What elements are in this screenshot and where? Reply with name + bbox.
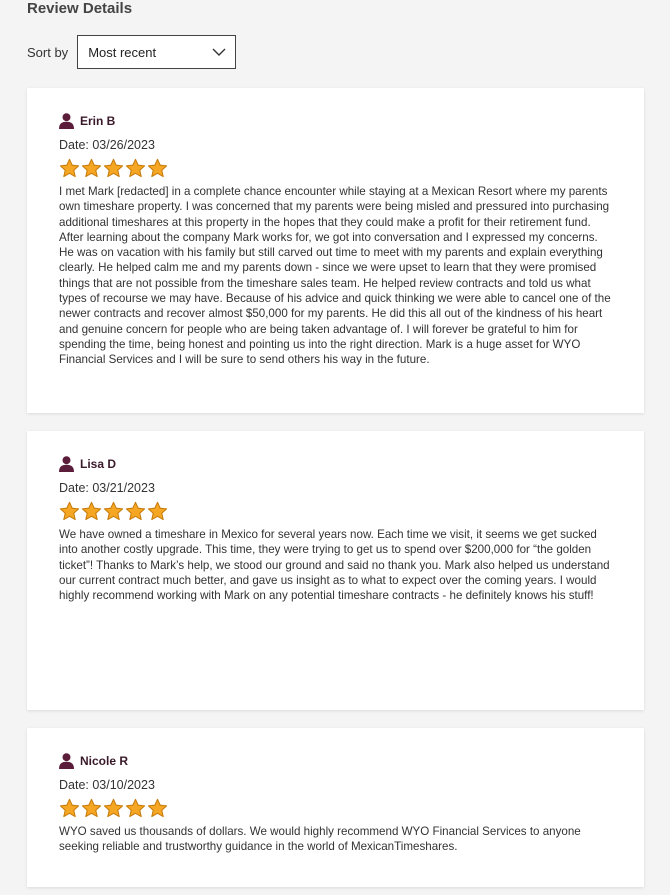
star-icon: [59, 501, 80, 521]
star-icon: [125, 798, 146, 818]
user-icon: [59, 456, 74, 472]
star-rating: [59, 158, 612, 180]
star-icon: [125, 501, 146, 521]
star-icon: [147, 158, 168, 178]
review-date: Date: 03/26/2023: [59, 138, 155, 152]
user-icon: [59, 113, 74, 129]
reviewer: Nicole R: [59, 752, 612, 770]
star-rating: [59, 798, 612, 820]
sort-dropdown[interactable]: Most recent: [77, 35, 237, 69]
star-icon: [147, 501, 168, 521]
star-icon: [147, 798, 168, 818]
reviewer-name: Erin B: [80, 114, 116, 128]
reviewer-name: Lisa D: [80, 457, 117, 471]
sort-selected-value: Most recent: [88, 44, 157, 60]
star-icon: [103, 501, 124, 521]
review-card: Erin B Date: 03/26/2023 I met Mark [reda…: [27, 88, 644, 413]
chevron-down-icon: [212, 48, 226, 56]
star-icon: [81, 798, 102, 818]
sort-control: Sort by Most recent: [27, 35, 237, 69]
reviewer: Lisa D: [59, 455, 612, 473]
user-icon: [59, 753, 74, 769]
star-icon: [103, 798, 124, 818]
review-card: Lisa D Date: 03/21/2023 We have owned a …: [27, 431, 644, 710]
page-title: Review Details: [27, 0, 133, 17]
star-icon: [81, 501, 102, 521]
review-text: I met Mark [redacted] in a complete chan…: [59, 185, 611, 367]
star-rating: [59, 501, 612, 523]
review-date: Date: 03/10/2023: [59, 778, 155, 792]
reviewer-name: Nicole R: [80, 754, 129, 768]
reviewer: Erin B: [59, 112, 612, 130]
star-icon: [125, 158, 146, 178]
star-icon: [59, 798, 80, 818]
review-card: Nicole R Date: 03/10/2023 WYO saved us t…: [27, 728, 644, 887]
sort-label: Sort by: [27, 44, 69, 60]
review-text: We have owned a timeshare in Mexico for …: [59, 528, 610, 603]
review-date: Date: 03/21/2023: [59, 481, 155, 495]
review-text: WYO saved us thousands of dollars. We wo…: [59, 825, 581, 854]
star-icon: [103, 158, 124, 178]
star-icon: [81, 158, 102, 178]
star-icon: [59, 158, 80, 178]
